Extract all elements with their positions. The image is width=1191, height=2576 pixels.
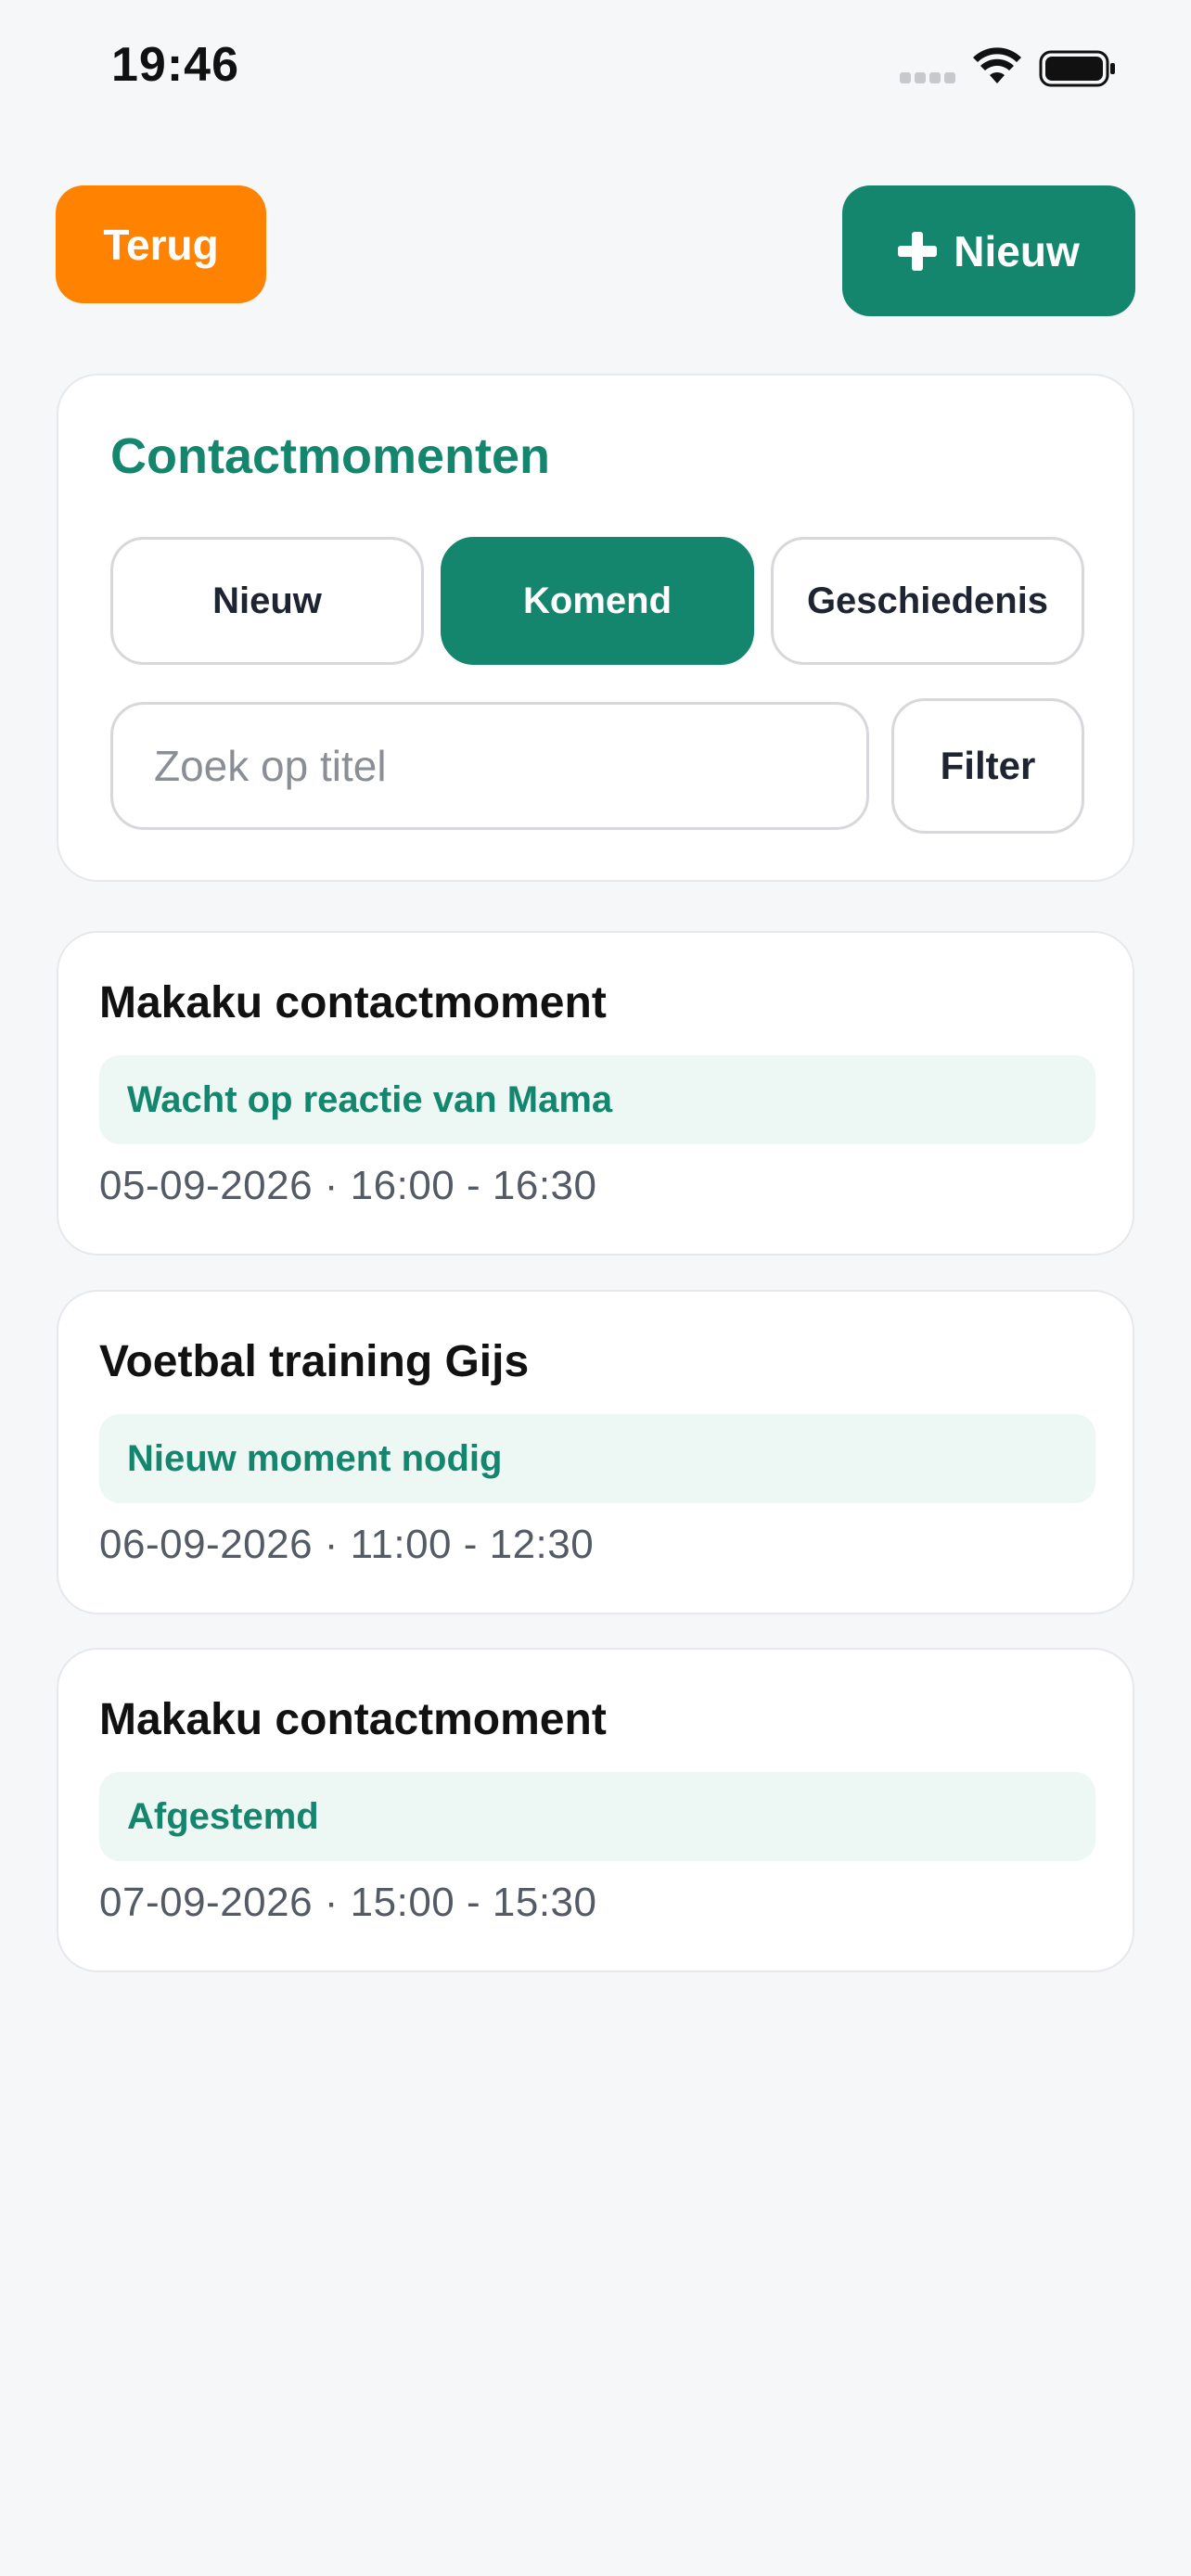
new-button[interactable]: Nieuw <box>842 185 1135 316</box>
page-title: Contactmomenten <box>110 428 551 484</box>
plus-icon <box>898 231 938 271</box>
appointment-time: 06-09-2026 · 11:00 - 12:30 <box>99 1522 595 1567</box>
appointment-card[interactable]: Voetbal training Gijs Nieuw moment nodig… <box>57 1290 1134 1614</box>
appointment-time: 05-09-2026 · 16:00 - 16:30 <box>99 1163 597 1208</box>
tab-new[interactable]: Nieuw <box>110 537 424 665</box>
status-time: 19:46 <box>111 38 239 92</box>
header-card: Contactmomenten Nieuw Komend Geschiedeni… <box>57 374 1134 882</box>
back-button-label: Terug <box>103 220 219 269</box>
tab-label: Geschiedenis <box>806 580 1049 621</box>
appointment-title: Makaku contactmoment <box>99 1695 607 1744</box>
screen: 19:46 Terug Nieuw Contactmomenten Nieuw … <box>0 0 1191 2576</box>
status-bar: 19:46 <box>0 0 1191 139</box>
battery-icon <box>1039 50 1115 87</box>
status-badge: Wacht op reactie van Mama <box>99 1055 1095 1144</box>
appointment-time: 07-09-2026 · 15:00 - 15:30 <box>99 1880 597 1925</box>
signal-icon <box>900 72 957 85</box>
appointment-card[interactable]: Makaku contactmoment Wacht op reactie va… <box>57 931 1134 1256</box>
new-button-label: Nieuw <box>954 226 1080 275</box>
appointment-title: Makaku contactmoment <box>99 978 607 1027</box>
filter-button-label: Filter <box>940 744 1036 787</box>
tab-label: Nieuw <box>212 580 322 621</box>
tab-label: Komend <box>523 580 672 621</box>
tab-upcoming[interactable]: Komend <box>441 537 754 665</box>
appointment-card[interactable]: Makaku contactmoment Afgestemd 07-09-202… <box>57 1648 1134 1972</box>
wifi-icon <box>973 47 1021 83</box>
search-input[interactable] <box>110 702 869 830</box>
filter-button[interactable]: Filter <box>891 698 1084 834</box>
appointment-title: Voetbal training Gijs <box>99 1337 530 1386</box>
tab-history[interactable]: Geschiedenis <box>771 537 1084 665</box>
status-badge: Afgestemd <box>99 1772 1095 1861</box>
status-badge: Nieuw moment nodig <box>99 1414 1095 1503</box>
back-button[interactable]: Terug <box>56 185 266 303</box>
